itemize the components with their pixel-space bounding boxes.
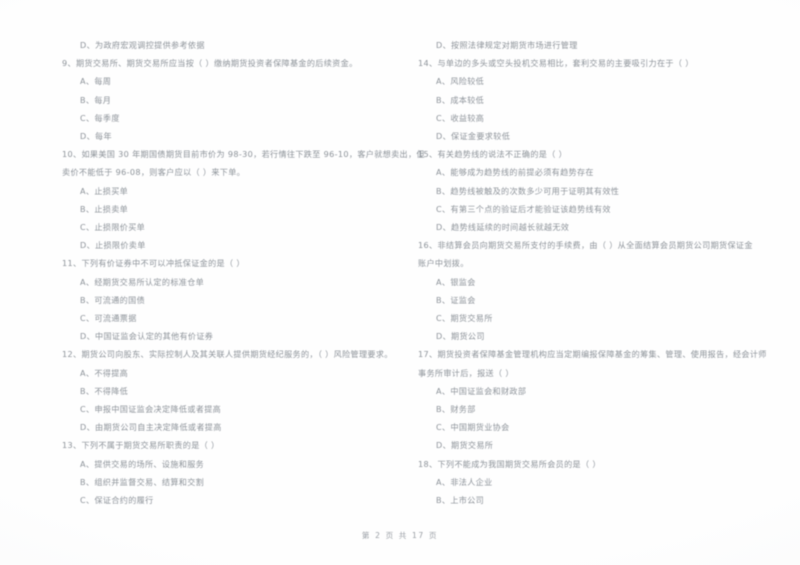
- question-16-option-d: D、期货公司: [436, 331, 485, 342]
- question-10-option-a: A、止损买单: [80, 185, 129, 196]
- question-stem-9: 9、期货交易所、期货交易所应当按（ ）缴纳期货投资者保障基金的后续资金。: [62, 58, 358, 69]
- question-12-option-c: C、申报中国证监会决定降低或者提高: [80, 404, 222, 415]
- scan-ink-layer: D、为政府宏观调控提供参考依据 9、期货交易所、期货交易所应当按（ ）缴纳期货投…: [0, 0, 800, 565]
- question-16-option-b: B、证监会: [436, 294, 476, 305]
- question-14-option-c: C、收益较高: [436, 112, 485, 123]
- question-9-option-b: B、每月: [80, 94, 112, 105]
- question-13-option-c: C、保证合约的履行: [80, 495, 154, 506]
- question-15-option-b: B、趋势线被触及的次数多少可用于证明其有效性: [436, 185, 620, 196]
- question-17-option-c: C、中国期货业协会: [436, 422, 510, 433]
- question-13-option-b: B、组织并监督交易、结算和交割: [80, 476, 205, 487]
- question-11-option-a: A、经期货交易所认定的标准仓单: [80, 276, 205, 287]
- question-block-15: 15、有关趋势线的说法不正确的是（ ） A、能够成为趋势线的前提必须有趋势存在 …: [418, 145, 774, 236]
- question-stem-10-line2: 卖价不能低于 96-08，则客户应以（ ）来下单。: [62, 167, 246, 178]
- question-stem-10: 10、如果美国 30 年期国债期货目前市价为 98-30，若行情往下跌至 96-…: [62, 149, 425, 160]
- question-block-18: 18、下列不能成为我国期货交易所会员的是（ ） A、非法人企业 B、上市公司: [418, 455, 774, 510]
- question-stem-13: 13、下列不属于期货交易所职责的是（ ）: [62, 440, 220, 451]
- question-10-option-c: C、止损限价买单: [80, 222, 146, 233]
- left-column: D、为政府宏观调控提供参考依据 9、期货交易所、期货交易所应当按（ ）缴纳期货投…: [0, 36, 425, 509]
- question-9-option-d: D、每年: [80, 131, 112, 142]
- question-16-option-c: C、期货交易所: [436, 313, 493, 324]
- question-14-option-a: A、风险较低: [436, 76, 485, 87]
- question-stem-18: 18、下列不能成为我国期货交易所会员的是（ ）: [418, 458, 601, 469]
- question-18-option-a: A、非法人企业: [436, 476, 493, 487]
- question-14-option-b: B、成本较低: [436, 94, 485, 105]
- question-stem-14: 14、与单边的多头或空头投机交易相比，套利交易的主要吸引力在于（ ）: [418, 58, 694, 69]
- question-11-option-d: D、中国证监会认定的其他有价证券: [80, 331, 214, 342]
- question-stem-12: 12、期货公司向股东、实际控制人及其关联人提供期货经纪服务的，（ ）风险管理要求…: [62, 349, 393, 360]
- question-stem-15: 15、有关趋势线的说法不正确的是（ ）: [418, 149, 568, 160]
- question-17-option-d: D、期货交易所: [436, 440, 494, 451]
- right-column: D、按照法律规定对期货市场进行管理 14、与单边的多头或空头投机交易相比，套利交…: [400, 36, 800, 509]
- question-15-option-d: D、趋势线延续的时间越长就越无效: [436, 222, 570, 233]
- question-13-option-a: A、提供交易的场所、设施和服务: [80, 458, 205, 469]
- question-stem-17-line2: 事务所审计后，报送（ ）: [418, 367, 514, 378]
- question-block-10: 10、如果美国 30 年期国债期货目前市价为 98-30，若行情往下跌至 96-…: [62, 145, 425, 254]
- orphan-option-d: D、为政府宏观调控提供参考依据: [80, 40, 205, 50]
- orphan-option-d-right: D、按照法律规定对期货市场进行管理: [436, 40, 578, 50]
- question-12-option-d: D、由期货公司自主决定降低或者提高: [80, 422, 222, 433]
- question-stem-11: 11、下列有价证券中不可以冲抵保证金的是（ ）: [62, 258, 245, 269]
- question-10-option-d: D、止损限价卖单: [80, 240, 146, 251]
- question-18-option-b: B、上市公司: [436, 495, 485, 506]
- question-block-11: 11、下列有价证券中不可以冲抵保证金的是（ ） A、经期货交易所认定的标准仓单 …: [62, 254, 394, 345]
- question-stem-17: 17、期货投资者保障基金管理机构应当定期编报保障基金的筹集、管理、使用报告，经会…: [418, 349, 767, 360]
- question-block-13: 13、下列不属于期货交易所职责的是（ ） A、提供交易的场所、设施和服务 B、组…: [62, 436, 394, 509]
- question-12-option-a: A、不得提高: [80, 367, 129, 378]
- question-block-14: 14、与单边的多头或空头投机交易相比，套利交易的主要吸引力在于（ ） A、风险较…: [418, 54, 774, 145]
- question-17-option-a: A、中国证监会和财政部: [436, 385, 527, 396]
- question-12-option-b: B、不得降低: [80, 385, 129, 396]
- question-14-option-d: D、保证金要求较低: [436, 131, 511, 142]
- question-11-option-b: B、可流通的国债: [80, 294, 146, 305]
- question-block-12: 12、期货公司向股东、实际控制人及其关联人提供期货经纪服务的，（ ）风险管理要求…: [62, 345, 394, 436]
- two-column-body: D、为政府宏观调控提供参考依据 9、期货交易所、期货交易所应当按（ ）缴纳期货投…: [0, 36, 800, 509]
- question-16-option-a: A、银监会: [436, 276, 476, 287]
- question-10-option-b: B、止损卖单: [80, 203, 129, 214]
- question-17-option-b: B、财务部: [436, 404, 476, 415]
- question-block-17: 17、期货投资者保障基金管理机构应当定期编报保障基金的筹集、管理、使用报告，经会…: [418, 345, 774, 454]
- question-stem-16: 16、非结算会员向期货交易所支付的手续费，由（ ）从全面结算会员期货公司期货保证…: [418, 240, 753, 251]
- question-block-9: 9、期货交易所、期货交易所应当按（ ）缴纳期货投资者保障基金的后续资金。 A、每…: [62, 54, 394, 145]
- question-15-option-c: C、有第三个点的验证后才能验证该趋势线有效: [436, 203, 611, 214]
- page-footer: 第 2 页 共 17 页: [361, 531, 439, 540]
- question-9-option-a: A、每周: [80, 76, 112, 87]
- question-stem-16-line2: 账户中划拨。: [418, 258, 469, 269]
- question-block-16: 16、非结算会员向期货交易所支付的手续费，由（ ）从全面结算会员期货公司期货保证…: [418, 236, 774, 345]
- question-11-option-c: C、可流通票据: [80, 313, 137, 324]
- question-9-option-c: C、每季度: [80, 112, 120, 123]
- question-15-option-a: A、能够成为趋势线的前提必须有趋势存在: [436, 167, 594, 178]
- scanned-page: D、为政府宏观调控提供参考依据 9、期货交易所、期货交易所应当按（ ）缴纳期货投…: [0, 0, 800, 565]
